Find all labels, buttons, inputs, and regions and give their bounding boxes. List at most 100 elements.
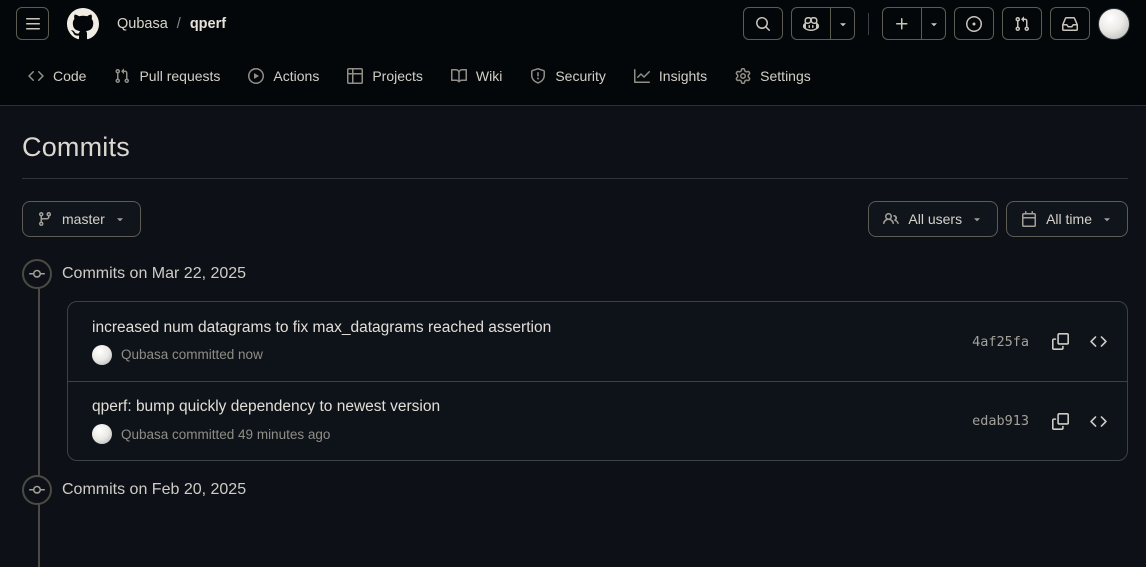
view-code-button[interactable] [1083, 327, 1113, 357]
breadcrumb-owner[interactable]: Qubasa [117, 16, 168, 32]
header-divider [868, 13, 869, 35]
commit-group-header: Commits on Feb 20, 2025 [22, 473, 1128, 507]
commit-group: Commits on Feb 20, 2025 [22, 473, 1128, 507]
copy-sha-button[interactable] [1045, 406, 1075, 436]
app-header: Qubasa / qperf [0, 0, 1146, 47]
triangle-down-icon [1101, 213, 1113, 225]
triangle-down-icon [114, 213, 126, 225]
filter-controls: All users All time [868, 201, 1128, 237]
main-content: Commits master All users All time [0, 132, 1146, 507]
tab-wiki[interactable]: Wiki [443, 47, 510, 105]
commit-meta-text: Qubasa committed now [121, 347, 263, 362]
tab-settings[interactable]: Settings [727, 47, 819, 105]
commits-timeline: Commits on Mar 22, 2025 increased num da… [22, 257, 1128, 507]
commit-author-avatar[interactable] [92, 345, 112, 365]
tab-label: Pull requests [139, 68, 220, 84]
users-filter-label: All users [908, 211, 962, 227]
time-filter-label: All time [1046, 211, 1092, 227]
tab-label: Code [53, 68, 86, 84]
copy-icon [1052, 333, 1069, 350]
commit-date-heading: Commits on Feb 20, 2025 [62, 481, 246, 499]
tab-projects[interactable]: Projects [339, 47, 431, 105]
gear-icon [735, 68, 751, 84]
calendar-icon [1021, 211, 1037, 227]
commit-row: qperf: bump quickly dependency to newest… [68, 381, 1127, 460]
git-pull-request-icon [114, 68, 130, 84]
triangle-down-icon [971, 213, 983, 225]
copilot-menu [791, 7, 855, 40]
commit-actions: 4af25fa [972, 327, 1113, 357]
tab-label: Settings [760, 68, 811, 84]
git-commit-icon [22, 475, 52, 505]
three-bars-icon [25, 16, 41, 32]
chevron-down-icon [837, 18, 849, 30]
users-filter-button[interactable]: All users [868, 201, 998, 237]
tab-label: Projects [372, 68, 423, 84]
tab-actions[interactable]: Actions [240, 47, 327, 105]
user-avatar[interactable] [1098, 8, 1130, 40]
commit-hash-link[interactable]: 4af25fa [972, 334, 1029, 350]
branch-selector-button[interactable]: master [22, 201, 141, 237]
git-branch-icon [37, 211, 53, 227]
code-icon [1090, 413, 1107, 430]
play-icon [248, 68, 264, 84]
commit-info: increased num datagrams to fix max_datag… [92, 319, 551, 365]
view-code-button[interactable] [1083, 406, 1113, 436]
commit-author-avatar[interactable] [92, 424, 112, 444]
git-commit-icon [22, 259, 52, 289]
git-pull-request-icon [1014, 16, 1030, 32]
copy-icon [1052, 413, 1069, 430]
tab-label: Actions [273, 68, 319, 84]
people-icon [883, 211, 899, 227]
copy-sha-button[interactable] [1045, 327, 1075, 357]
commit-title-link[interactable]: increased num datagrams to fix max_datag… [92, 319, 551, 337]
page-title: Commits [22, 132, 1128, 163]
tab-code[interactable]: Code [20, 47, 94, 105]
breadcrumb-repo[interactable]: qperf [190, 16, 226, 32]
copilot-button[interactable] [792, 8, 830, 39]
tab-pull-requests[interactable]: Pull requests [106, 47, 228, 105]
commit-title-link[interactable]: qperf: bump quickly dependency to newest… [92, 398, 440, 416]
create-new-menu [882, 7, 946, 40]
plus-icon [894, 16, 910, 32]
breadcrumb-separator: / [177, 16, 181, 32]
search-icon [755, 16, 771, 32]
book-icon [451, 68, 467, 84]
inbox-icon [1062, 16, 1078, 32]
commit-hash-link[interactable]: edab913 [972, 413, 1029, 429]
commit-info: qperf: bump quickly dependency to newest… [92, 398, 440, 444]
copilot-icon [803, 16, 819, 32]
github-logo[interactable] [67, 8, 99, 40]
inbox-button[interactable] [1050, 7, 1090, 40]
create-new-button[interactable] [883, 8, 921, 39]
code-icon [28, 68, 44, 84]
tab-security[interactable]: Security [522, 47, 614, 105]
shield-icon [530, 68, 546, 84]
tab-label: Security [555, 68, 606, 84]
hamburger-menu-button[interactable] [16, 7, 49, 40]
copilot-dropdown-button[interactable] [830, 8, 854, 39]
commit-meta: Qubasa committed now [92, 345, 551, 365]
graph-icon [634, 68, 650, 84]
time-filter-button[interactable]: All time [1006, 201, 1128, 237]
table-icon [347, 68, 363, 84]
commit-meta-text: Qubasa committed 49 minutes ago [121, 427, 330, 442]
commits-controls: master All users All time [22, 201, 1128, 237]
tab-label: Insights [659, 68, 707, 84]
commit-actions: edab913 [972, 406, 1113, 436]
branch-label: master [62, 211, 105, 227]
title-divider [22, 178, 1128, 179]
create-new-dropdown-button[interactable] [921, 8, 945, 39]
tab-label: Wiki [476, 68, 502, 84]
commit-group: Commits on Mar 22, 2025 increased num da… [22, 257, 1128, 461]
tab-insights[interactable]: Insights [626, 47, 715, 105]
commit-date-heading: Commits on Mar 22, 2025 [62, 265, 246, 283]
repo-nav: Code Pull requests Actions Projects Wiki… [0, 47, 1146, 106]
search-button[interactable] [743, 7, 783, 40]
pull-requests-button[interactable] [1002, 7, 1042, 40]
commit-row: increased num datagrams to fix max_datag… [68, 302, 1127, 381]
commit-list: increased num datagrams to fix max_datag… [67, 301, 1128, 461]
issues-button[interactable] [954, 7, 994, 40]
code-icon [1090, 333, 1107, 350]
header-actions [743, 7, 1130, 40]
